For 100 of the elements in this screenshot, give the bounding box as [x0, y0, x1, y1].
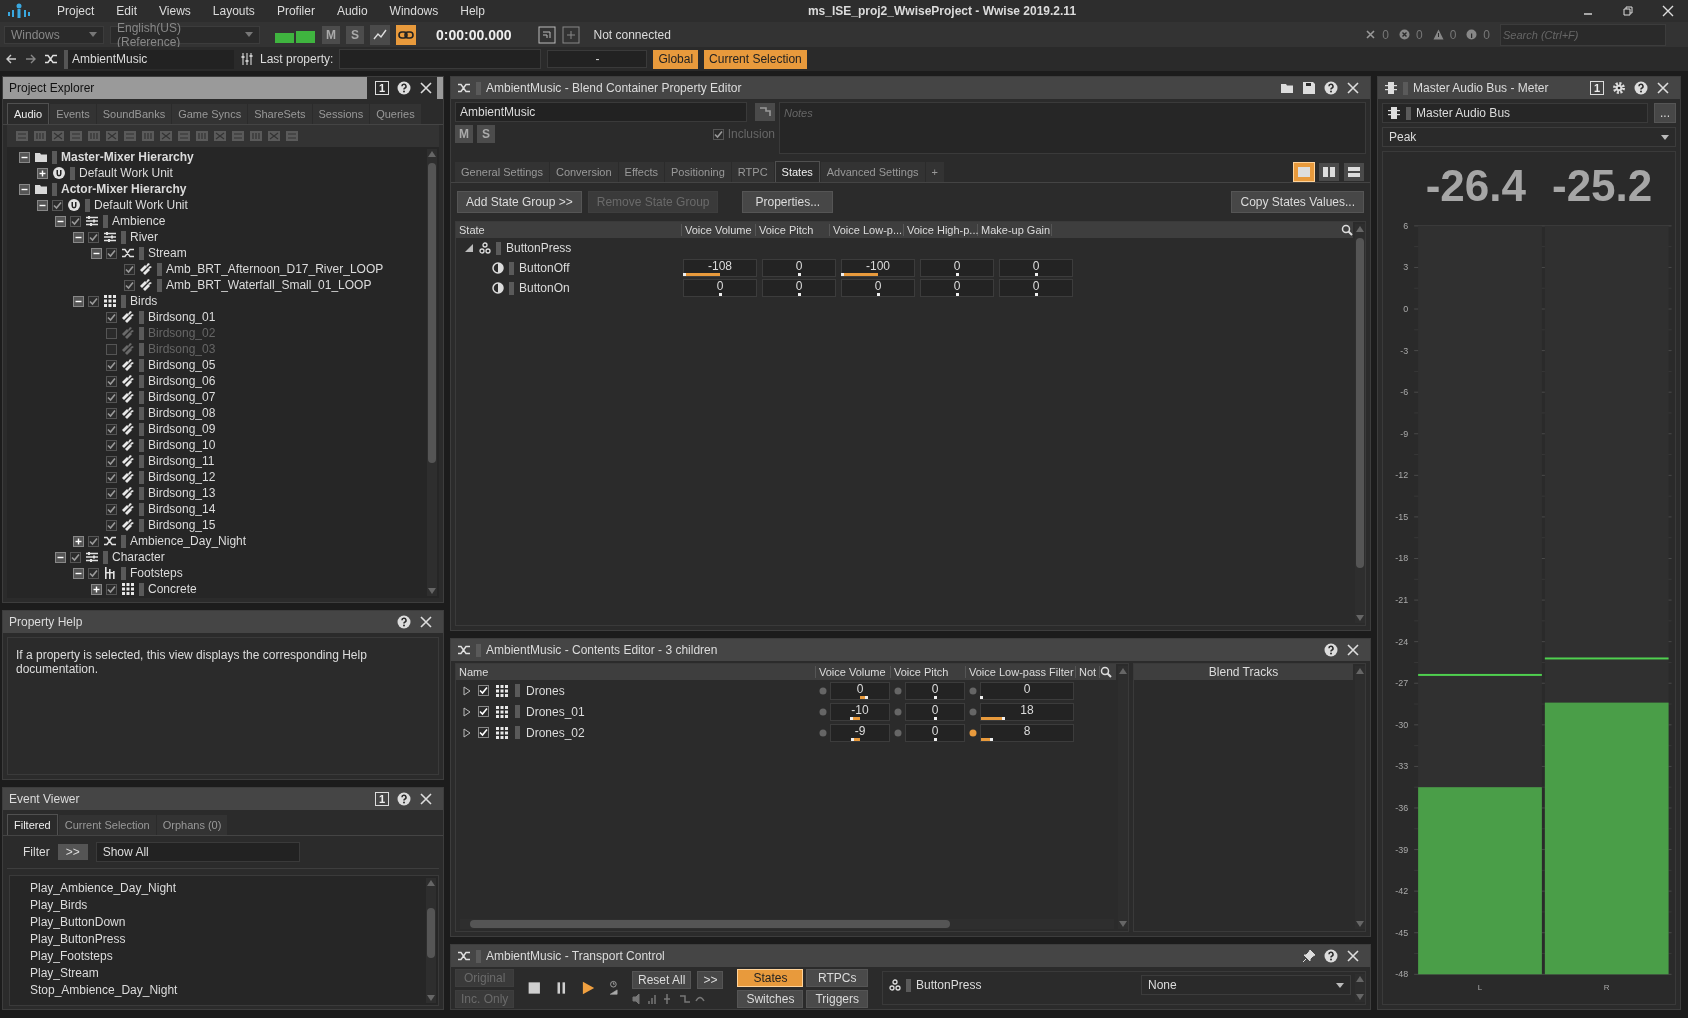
collapse-icon[interactable] — [55, 215, 66, 227]
slider-thumb[interactable] — [980, 695, 983, 699]
action-button[interactable]: Copy States Values... — [1231, 191, 1364, 213]
tree-item[interactable]: Birdsong_14 — [148, 502, 216, 516]
tree-item[interactable]: Birdsong_01 — [148, 310, 216, 324]
checkbox[interactable] — [106, 247, 117, 259]
child-name[interactable]: Drones_02 — [526, 725, 585, 740]
close-icon[interactable] — [1346, 643, 1360, 657]
value-slider[interactable]: 0 — [830, 681, 890, 700]
help-icon[interactable] — [1324, 81, 1338, 95]
checkbox[interactable] — [106, 519, 117, 531]
child-name[interactable]: Drones_01 — [526, 704, 585, 719]
slider-thumb[interactable] — [1002, 716, 1006, 720]
tab[interactable]: States — [774, 161, 820, 182]
tab[interactable]: Conversion — [549, 161, 618, 182]
close-icon[interactable] — [1662, 5, 1674, 17]
value-slider[interactable]: 0 — [683, 279, 757, 297]
checkbox[interactable] — [70, 215, 81, 227]
value-slider[interactable]: 0 — [905, 681, 965, 700]
tree-item[interactable]: Birdsong_08 — [148, 406, 216, 420]
slider-thumb[interactable] — [877, 293, 880, 296]
more-button[interactable]: >> — [697, 971, 724, 989]
slider-thumb[interactable] — [934, 716, 937, 720]
mute-button[interactable]: M — [322, 25, 340, 44]
restore-icon[interactable] — [1622, 5, 1634, 17]
column-header[interactable]: Voice High-p... — [904, 224, 978, 236]
event-item[interactable]: Play_Birds — [30, 897, 438, 914]
tab[interactable]: Audio — [7, 103, 50, 124]
slider-thumb[interactable] — [934, 695, 937, 699]
checkbox[interactable] — [478, 685, 489, 696]
tab[interactable]: SoundBanks — [96, 104, 172, 124]
tree-item[interactable]: Birdsong_09 — [148, 422, 216, 436]
category-tab[interactable]: Triggers — [806, 989, 868, 1008]
slider-thumb[interactable] — [798, 293, 801, 296]
connect-icon[interactable] — [537, 25, 556, 44]
column-header[interactable]: Voice Pitch — [891, 666, 966, 678]
tree-item[interactable]: Master-Mixer Hierarchy — [61, 150, 194, 164]
checkbox[interactable] — [106, 375, 117, 387]
tree-item[interactable]: Ambience — [112, 214, 166, 228]
close-icon[interactable] — [419, 615, 433, 629]
menu-item[interactable]: Profiler — [265, 4, 326, 18]
category-tab[interactable]: States — [737, 968, 804, 987]
tab[interactable]: + — [925, 161, 944, 182]
value-slider[interactable]: -9 — [830, 723, 890, 742]
help-icon[interactable] — [397, 81, 411, 95]
checkbox[interactable] — [106, 471, 117, 483]
value-slider[interactable]: 0 — [905, 723, 965, 742]
tab[interactable]: Events — [50, 104, 96, 124]
slider-thumb[interactable] — [934, 737, 937, 741]
filter-button[interactable]: >> — [57, 844, 88, 860]
event-item[interactable]: Play_ButtonDown — [30, 914, 438, 931]
action-button[interactable]: Properties... — [742, 191, 834, 213]
reset-all-button[interactable]: Reset All — [632, 971, 692, 989]
tab[interactable]: RTPC — [731, 161, 774, 182]
collapse-icon[interactable] — [37, 199, 48, 211]
value-slider[interactable]: 0 — [762, 259, 836, 277]
tree-item[interactable]: Amb_BRT_Afternoon_D17_River_LOOP — [166, 262, 384, 276]
checkbox[interactable] — [106, 343, 117, 355]
category-tab[interactable]: Switches — [737, 989, 804, 1008]
expand-triangle-icon[interactable] — [462, 727, 472, 738]
tab[interactable]: Queries — [370, 104, 421, 124]
checkbox[interactable] — [106, 311, 117, 323]
collapse-icon[interactable] — [73, 231, 84, 243]
checkbox[interactable] — [478, 727, 489, 738]
event-item[interactable]: Play_Ambience_Day_Night — [30, 880, 438, 897]
checkbox[interactable] — [124, 263, 135, 275]
value-slider[interactable]: 0 — [841, 279, 915, 297]
checkbox[interactable] — [88, 535, 99, 547]
hierarchy-icon[interactable] — [755, 103, 775, 121]
tree-item[interactable]: Birdsong_15 — [148, 518, 216, 532]
value-slider[interactable]: 0 — [762, 279, 836, 297]
tree-item[interactable]: Birdsong_07 — [148, 390, 216, 404]
value-slider[interactable]: 0 — [920, 279, 994, 297]
expand-icon[interactable] — [91, 583, 102, 595]
tree-item[interactable]: Footsteps — [130, 566, 183, 580]
slider-thumb[interactable] — [719, 293, 722, 296]
tab[interactable]: Game Syncs — [172, 104, 248, 124]
value-slider[interactable]: -100 — [841, 259, 915, 277]
checkbox[interactable] — [106, 359, 117, 371]
tree-item[interactable]: Default Work Unit — [79, 166, 173, 180]
menu-item[interactable]: Layouts — [201, 4, 266, 18]
expand-icon[interactable] — [37, 167, 48, 179]
search-field[interactable]: Search (Ctrl+F) — [1500, 23, 1666, 46]
checkbox[interactable] — [52, 199, 63, 211]
selected-object-field[interactable]: AmbientMusic — [64, 49, 234, 69]
column-header[interactable]: Voice Low-p... — [830, 224, 904, 236]
value-slider[interactable]: -108 — [683, 259, 757, 277]
event-item[interactable]: Play_ButtonPress — [30, 931, 438, 948]
two-columns-icon[interactable] — [1319, 162, 1339, 181]
save-icon[interactable] — [1302, 81, 1316, 95]
tab[interactable]: Sessions — [312, 104, 370, 124]
action-button[interactable]: Add State Group >> — [457, 191, 582, 213]
category-tab[interactable]: RTPCs — [806, 968, 868, 987]
scrollbar[interactable] — [427, 149, 437, 596]
menu-item[interactable]: Help — [449, 4, 496, 18]
tab[interactable]: General Settings — [455, 161, 549, 182]
checkbox[interactable] — [70, 551, 81, 563]
value-slider[interactable]: 0 — [980, 681, 1074, 700]
checkbox[interactable] — [106, 439, 117, 451]
tree-item[interactable]: Birds — [130, 294, 158, 308]
